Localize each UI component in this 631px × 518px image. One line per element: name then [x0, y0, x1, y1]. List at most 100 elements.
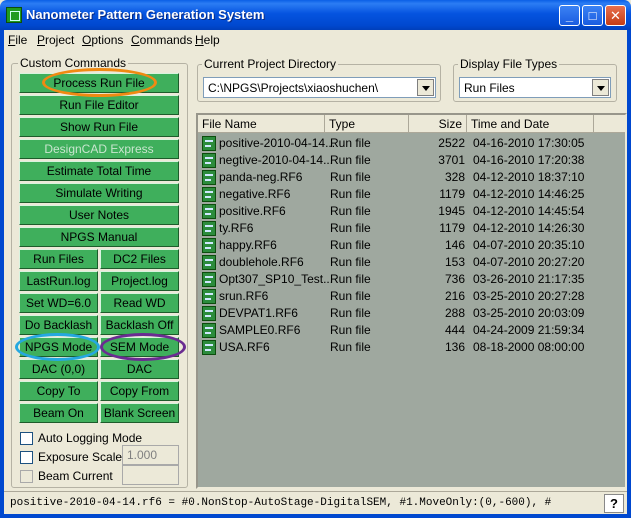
project-log-button[interactable]: Project.log: [100, 271, 179, 291]
file-date: 04-16-2010 17:20:38: [473, 153, 585, 167]
file-name: panda-neg.RF6: [219, 170, 303, 184]
file-size: 444: [444, 323, 465, 337]
table-row[interactable]: USA.RF6 Run file 136 08-18-2000 08:00:00: [198, 338, 625, 355]
close-button[interactable]: ✕: [605, 5, 626, 26]
file-name: SAMPLE0.RF6: [219, 323, 301, 337]
table-row[interactable]: SAMPLE0.RF6 Run file 444 04-24-2009 21:5…: [198, 321, 625, 338]
npgs-manual-button[interactable]: NPGS Manual: [19, 227, 179, 247]
lastrun-log-button[interactable]: LastRun.log: [19, 271, 98, 291]
table-row[interactable]: positive-2010-04-14... Run file 2522 04-…: [198, 134, 625, 151]
window-frame-bottom: [0, 514, 631, 518]
run-file-icon: [202, 136, 216, 151]
file-type: Run file: [330, 238, 371, 252]
minimize-button[interactable]: _: [559, 5, 580, 26]
run-file-icon: [202, 289, 216, 304]
file-date: 04-16-2010 17:30:05: [473, 136, 585, 150]
column-header-size[interactable]: Size: [409, 115, 467, 133]
window-frame-left: [0, 30, 4, 518]
menu-options[interactable]: Options: [82, 33, 123, 47]
table-row[interactable]: doublehole.RF6 Run file 153 04-07-2010 2…: [198, 253, 625, 270]
npgs-mode-button[interactable]: NPGS Mode: [19, 337, 98, 357]
set-wd-button[interactable]: Set WD=6.0: [19, 293, 98, 313]
menu-help[interactable]: Help: [195, 33, 220, 47]
exposure-scale-input[interactable]: 1.000: [122, 445, 179, 465]
file-size: 153: [444, 255, 465, 269]
exposure-scale-label: Exposure Scale: [38, 450, 123, 464]
custom-commands-label: Custom Commands: [18, 56, 129, 70]
backlash-off-button[interactable]: Backlash Off: [100, 315, 179, 335]
app-icon: [6, 7, 22, 23]
table-row[interactable]: happy.RF6 Run file 146 04-07-2010 20:35:…: [198, 236, 625, 253]
run-files-button[interactable]: Run Files: [19, 249, 98, 269]
file-name: doublehole.RF6: [219, 255, 304, 269]
beam-current-checkbox[interactable]: [20, 470, 33, 483]
display-file-types-combo[interactable]: Run Files: [459, 77, 611, 98]
beam-on-button[interactable]: Beam On: [19, 403, 98, 423]
table-row[interactable]: positive.RF6 Run file 1945 04-12-2010 14…: [198, 202, 625, 219]
project-directory-label: Current Project Directory: [202, 57, 339, 71]
file-size: 136: [444, 340, 465, 354]
file-list[interactable]: File Name Type Size Time and Date positi…: [196, 113, 627, 489]
file-name: ty.RF6: [219, 221, 254, 235]
sem-mode-button[interactable]: SEM Mode: [100, 337, 179, 357]
menu-project[interactable]: Project: [37, 33, 74, 47]
file-date: 04-07-2010 20:35:10: [473, 238, 585, 252]
menu-file[interactable]: File: [8, 33, 27, 47]
blank-screen-button[interactable]: Blank Screen: [100, 403, 179, 423]
file-type: Run file: [330, 306, 371, 320]
file-name: happy.RF6: [219, 238, 277, 252]
table-row[interactable]: negtive-2010-04-14... Run file 3701 04-1…: [198, 151, 625, 168]
file-size: 1179: [439, 221, 465, 235]
menu-bar: File Project Options Commands Help: [4, 30, 627, 50]
table-row[interactable]: panda-neg.RF6 Run file 328 04-12-2010 18…: [198, 168, 625, 185]
column-header-file-name[interactable]: File Name: [198, 115, 325, 133]
copy-to-button[interactable]: Copy To: [19, 381, 98, 401]
window-frame-right: [627, 30, 631, 518]
beam-current-label: Beam Current: [38, 469, 113, 483]
beam-current-input[interactable]: [122, 465, 179, 485]
table-row[interactable]: negative.RF6 Run file 1179 04-12-2010 14…: [198, 185, 625, 202]
help-icon[interactable]: ?: [604, 494, 624, 513]
window-title: Nanometer Pattern Generation System: [26, 7, 265, 22]
process-run-file-button[interactable]: Process Run File: [19, 73, 179, 93]
table-row[interactable]: ty.RF6 Run file 1179 04-12-2010 14:26:30: [198, 219, 625, 236]
file-date: 04-12-2010 14:46:25: [473, 187, 585, 201]
file-type: Run file: [330, 289, 371, 303]
do-backlash-button[interactable]: Do Backlash: [19, 315, 98, 335]
file-size: 1945: [438, 204, 465, 218]
exposure-scale-checkbox[interactable]: [20, 451, 33, 464]
file-type: Run file: [330, 170, 371, 184]
estimate-total-time-button[interactable]: Estimate Total Time: [19, 161, 179, 181]
run-file-editor-button[interactable]: Run File Editor: [19, 95, 179, 115]
table-row[interactable]: srun.RF6 Run file 216 03-25-2010 20:27:2…: [198, 287, 625, 304]
project-directory-combo[interactable]: C:\NPGS\Projects\xiaoshuchen\: [203, 77, 436, 98]
file-size: 1179: [439, 187, 465, 201]
run-file-icon: [202, 221, 216, 236]
dc2-files-button[interactable]: DC2 Files: [100, 249, 179, 269]
chevron-down-icon[interactable]: [592, 79, 609, 96]
file-size: 216: [444, 289, 465, 303]
read-wd-button[interactable]: Read WD: [100, 293, 179, 313]
table-row[interactable]: Opt307_SP10_Test... Run file 736 03-26-2…: [198, 270, 625, 287]
column-header-time-date[interactable]: Time and Date: [467, 115, 594, 133]
table-row[interactable]: DEVPAT1.RF6 Run file 288 03-25-2010 20:0…: [198, 304, 625, 321]
copy-from-button[interactable]: Copy From: [100, 381, 179, 401]
show-run-file-button[interactable]: Show Run File: [19, 117, 179, 137]
simulate-writing-button[interactable]: Simulate Writing: [19, 183, 179, 203]
user-notes-button[interactable]: User Notes: [19, 205, 179, 225]
file-type: Run file: [330, 340, 371, 354]
column-header-type[interactable]: Type: [325, 115, 409, 133]
designcad-express-button[interactable]: DesignCAD Express: [19, 139, 179, 159]
chevron-down-icon[interactable]: [417, 79, 434, 96]
auto-logging-checkbox[interactable]: [20, 432, 33, 445]
dac-offset-button[interactable]: DAC (+10,+10): [100, 359, 179, 394]
title-bar[interactable]: Nanometer Pattern Generation System _ □ …: [0, 0, 631, 30]
run-file-icon: [202, 306, 216, 321]
file-type: Run file: [330, 187, 371, 201]
file-size: 146: [444, 238, 465, 252]
file-date: 04-12-2010 14:26:30: [473, 221, 585, 235]
run-file-icon: [202, 340, 216, 355]
dac-origin-button[interactable]: DAC (0,0): [19, 359, 98, 379]
menu-commands[interactable]: Commands: [131, 33, 192, 47]
maximize-button[interactable]: □: [582, 5, 603, 26]
